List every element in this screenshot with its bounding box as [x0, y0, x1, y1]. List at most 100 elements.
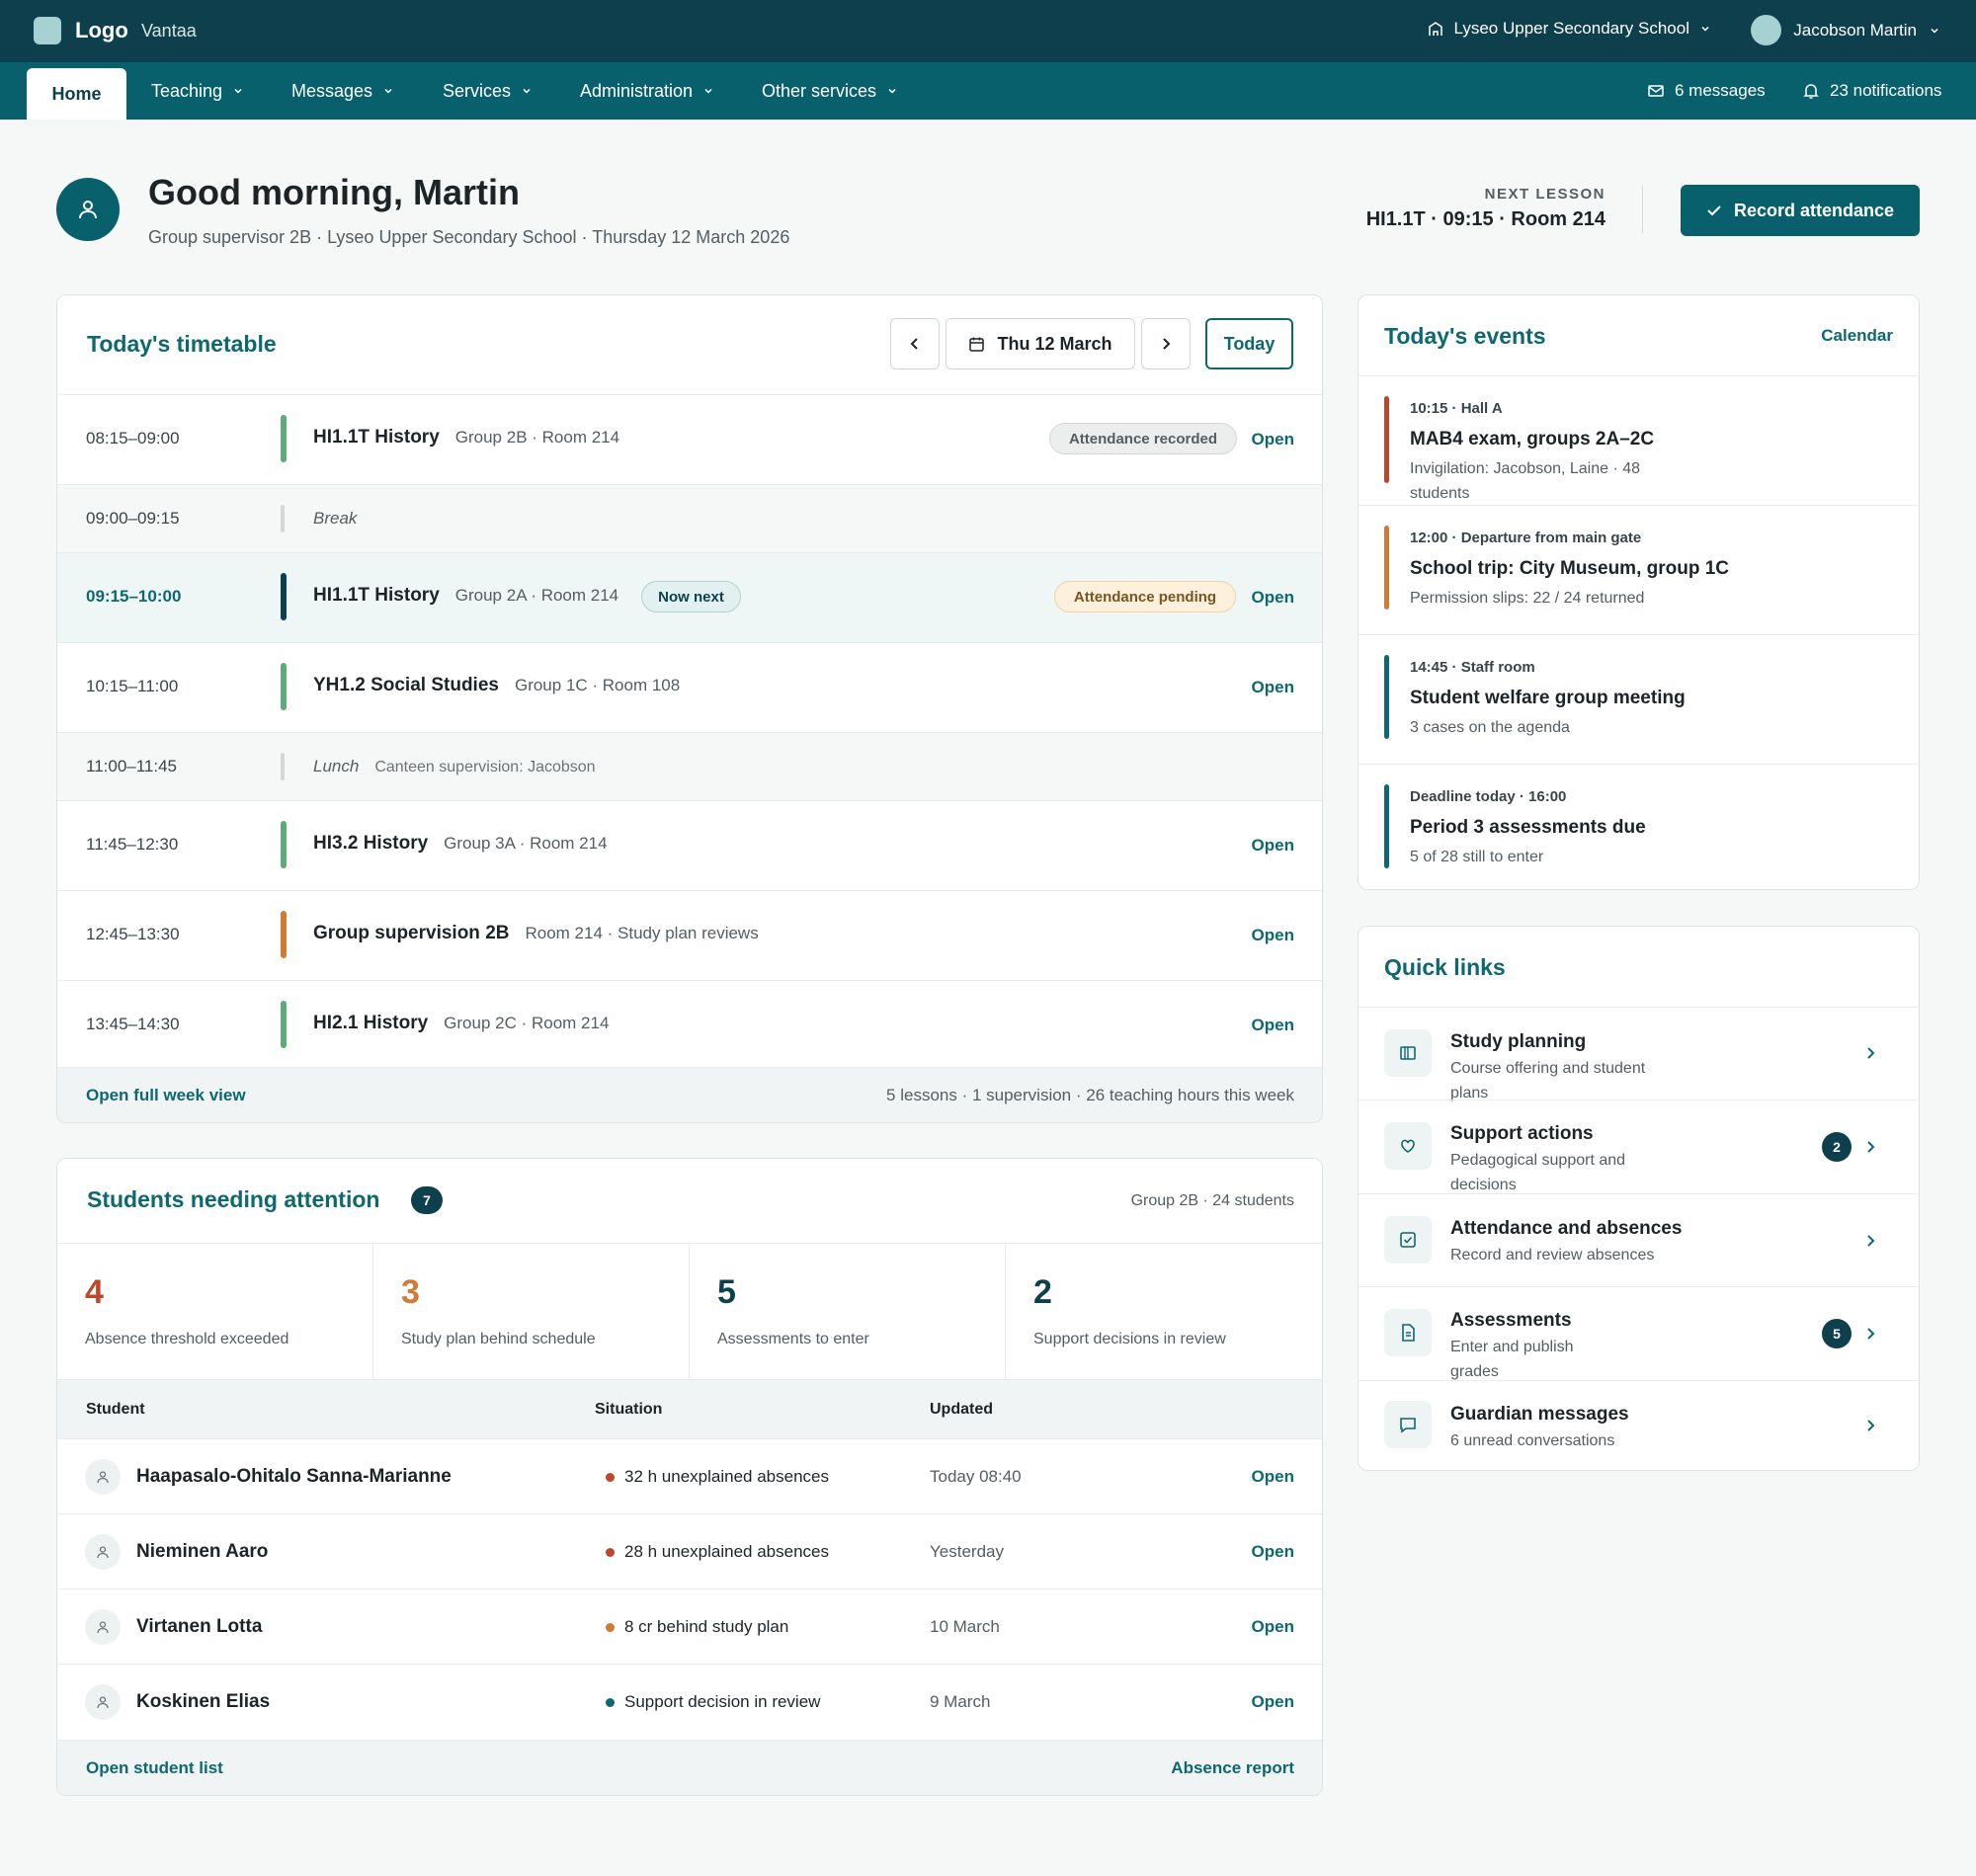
nav-messages[interactable]: Messages	[291, 62, 394, 120]
stat-study-plan[interactable]: 3 Study plan behind schedule	[373, 1242, 690, 1379]
timetable-row[interactable]: 10:15–11:00 YH1.2 Social Studies Group 1C…	[57, 642, 1322, 732]
quick-link-guardian-messages[interactable]: Guardian messages 6 unread conversations	[1358, 1380, 1919, 1470]
stat-label: Support decisions in review	[1033, 1331, 1226, 1347]
chevron-left-icon	[910, 338, 918, 350]
record-attendance-button[interactable]: Record attendance	[1681, 185, 1920, 236]
user-menu[interactable]: Jacobson Martin	[1751, 15, 1940, 45]
chevron-right-icon	[1867, 1328, 1875, 1340]
timetable-row-current[interactable]: 09:15–10:00 HI1.1T History Group 2A · Roo…	[57, 552, 1322, 642]
open-link[interactable]: Open	[1252, 430, 1294, 449]
user-icon	[97, 1546, 109, 1559]
messages-link[interactable]: 6 messages	[1647, 62, 1766, 120]
absence-report-link[interactable]: Absence report	[1171, 1758, 1294, 1778]
open-link[interactable]: Open	[1252, 588, 1294, 608]
lunch-time: 11:00–11:45	[86, 757, 178, 775]
quick-link-subtitle: Record and review absences	[1450, 1247, 1655, 1264]
event-title: School trip: City Museum, group 1C	[1410, 558, 1730, 579]
calendar-link[interactable]: Calendar	[1821, 326, 1893, 346]
nav-home[interactable]: Home	[27, 68, 126, 120]
table-row[interactable]: Koskinen Elias Support decision in revie…	[57, 1664, 1322, 1739]
chevron-right-icon	[1867, 1420, 1875, 1431]
quick-link-assessments[interactable]: Assessments Enter and publish grades 5	[1358, 1286, 1919, 1380]
student-name: Haapasalo-Ohitalo Sanna-Marianne	[136, 1466, 452, 1487]
prev-day-button[interactable]	[890, 318, 940, 369]
open-link[interactable]: Open	[1252, 1542, 1294, 1562]
status-dot	[606, 1697, 615, 1707]
students-footer: Open student list Absence report	[57, 1740, 1322, 1795]
school-name: Lyseo Upper Secondary School	[1453, 19, 1689, 38]
logo-text[interactable]: Logo	[75, 18, 128, 43]
timetable-row[interactable]: 13:45–14:30 HI2.1 History Group 2C · Room…	[57, 980, 1322, 1067]
chevron-right-icon	[1163, 338, 1171, 350]
lesson-title: HI1.1T History Group 2B · Room 214	[313, 427, 620, 448]
group-info: Group 2B · 24 students	[1130, 1192, 1294, 1209]
nav-services[interactable]: Services	[443, 62, 533, 120]
quick-link-study-planning[interactable]: Study planning Course offering and stude…	[1358, 1007, 1919, 1101]
nav-other-services[interactable]: Other services	[762, 62, 898, 120]
student-table: Haapasalo-Ohitalo Sanna-Marianne 32 h un…	[57, 1438, 1322, 1739]
student-list-link[interactable]: Open student list	[86, 1758, 223, 1778]
timetable-row[interactable]: 11:45–12:30 HI3.2 History Group 3A · Room…	[57, 800, 1322, 890]
timetable-row[interactable]: 12:45–13:30 Group supervision 2B Room 214…	[57, 890, 1322, 980]
event-item[interactable]: Deadline today · 16:00 Period 3 assessme…	[1358, 764, 1919, 889]
table-row[interactable]: Virtanen Lotta 8 cr behind study plan 10…	[57, 1589, 1322, 1664]
event-subtitle: 5 of 28 still to enter	[1410, 849, 1544, 865]
chevron-down-icon	[523, 88, 531, 94]
event-item[interactable]: 10:15 · Hall A MAB4 exam, groups 2A–2C I…	[1358, 375, 1919, 505]
open-link[interactable]: Open	[1252, 926, 1294, 945]
stat-number: 3	[401, 1273, 420, 1311]
quick-link-attendance[interactable]: Attendance and absences Record and revie…	[1358, 1193, 1919, 1286]
open-link[interactable]: Open	[1252, 678, 1294, 697]
date-picker[interactable]: Thu 12 March	[946, 318, 1135, 369]
chevron-down-icon	[1931, 28, 1938, 34]
status-badge: Attendance recorded	[1049, 423, 1237, 454]
quick-link-subtitle: Pedagogical support and decisions	[1450, 1152, 1626, 1193]
stat-absence[interactable]: 4 Absence threshold exceeded	[57, 1242, 373, 1379]
quick-link-support-actions[interactable]: Support actions Pedagogical support and …	[1358, 1100, 1919, 1193]
open-link[interactable]: Open	[1252, 1692, 1294, 1712]
stat-assessments[interactable]: 5 Assessments to enter	[690, 1242, 1006, 1379]
week-summary: 5 lessons · 1 supervision · 26 teaching …	[886, 1086, 1294, 1104]
notifications-link[interactable]: 23 notifications	[1802, 62, 1941, 120]
column-header-updated: Updated	[930, 1401, 993, 1418]
button-label: Record attendance	[1733, 200, 1895, 220]
quick-link-title: Assessments	[1450, 1310, 1572, 1331]
week-view-link[interactable]: Open full week view	[86, 1086, 246, 1105]
quick-link-title: Study planning	[1450, 1031, 1587, 1052]
table-row[interactable]: Nieminen Aaro 28 h unexplained absences …	[57, 1513, 1322, 1589]
break-label: Break	[313, 509, 358, 528]
open-link[interactable]: Open	[1252, 1467, 1294, 1487]
user-icon	[79, 201, 97, 219]
next-lesson-value[interactable]: HI1.1T · 09:15 · Room 214	[1366, 208, 1606, 231]
stat-support[interactable]: 2 Support decisions in review	[1006, 1242, 1322, 1379]
open-link[interactable]: Open	[1252, 1617, 1294, 1637]
student-name: Koskinen Elias	[136, 1691, 271, 1712]
chevron-right-icon	[1867, 1141, 1875, 1153]
user-avatar	[56, 178, 120, 241]
lesson-title: Group supervision 2B Room 214 · Study pla…	[313, 923, 759, 943]
next-day-button[interactable]	[1141, 318, 1191, 369]
quick-link-title: Attendance and absences	[1450, 1218, 1683, 1239]
stat-number: 2	[1033, 1273, 1052, 1311]
status-dot	[606, 1622, 615, 1632]
timetable-row[interactable]: 08:15–09:00 HI1.1T History Group 2B · Roo…	[57, 394, 1322, 484]
school-selector[interactable]: Lyseo Upper Secondary School	[1427, 19, 1711, 39]
chevron-down-icon	[234, 88, 242, 94]
event-subtitle: Permission slips: 22 / 24 returned	[1410, 590, 1645, 607]
event-item[interactable]: 14:45 · Staff room Student welfare group…	[1358, 634, 1919, 764]
stat-label: Absence threshold exceeded	[85, 1331, 289, 1347]
table-row[interactable]: Haapasalo-Ohitalo Sanna-Marianne 32 h un…	[57, 1438, 1322, 1513]
timetable-card: Today's timetable 08:15–09:00 HI1.1T His…	[56, 294, 1323, 1123]
open-link[interactable]: Open	[1252, 836, 1294, 856]
lesson-time: 08:15–09:00	[86, 429, 180, 448]
chevron-right-icon	[1867, 1047, 1875, 1059]
nav-administration[interactable]: Administration	[580, 62, 714, 120]
lesson-color-bar	[281, 1001, 287, 1048]
nav-label: Messages	[291, 80, 373, 101]
today-button[interactable]: Today	[1205, 318, 1293, 369]
event-item[interactable]: 12:00 · Departure from main gate School …	[1358, 505, 1919, 634]
open-link[interactable]: Open	[1252, 1016, 1294, 1035]
student-situation: Support decision in review	[606, 1692, 820, 1712]
nav-teaching[interactable]: Teaching	[151, 62, 244, 120]
quick-link-title: Guardian messages	[1450, 1404, 1629, 1425]
